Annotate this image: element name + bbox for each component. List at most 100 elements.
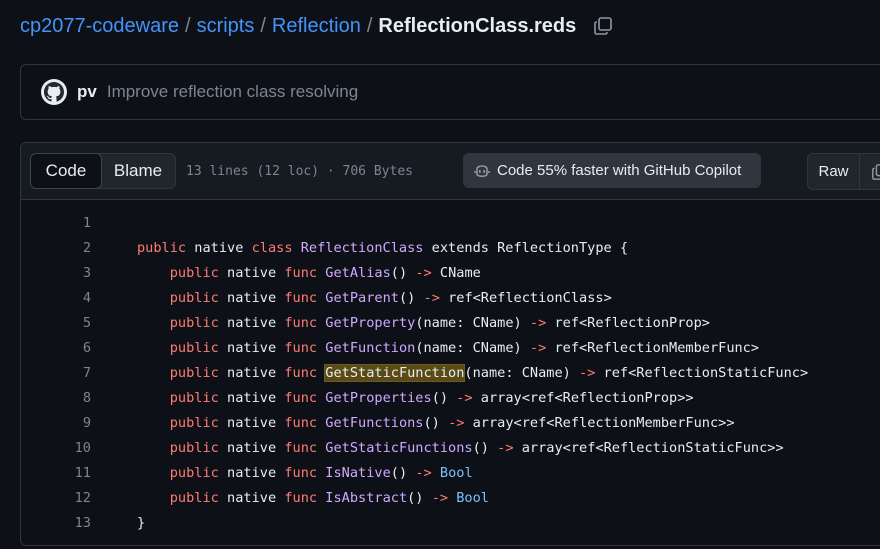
line-number[interactable]: 12 [21, 490, 91, 506]
raw-button[interactable]: Raw [808, 154, 860, 189]
line-number[interactable]: 2 [21, 240, 91, 256]
latest-commit-bar: pv Improve reflection class resolving [20, 64, 880, 120]
tab-code[interactable]: Code [30, 153, 102, 189]
code-token: (name: CName) [464, 364, 579, 381]
code-token: public [169, 264, 219, 281]
code-text: public native func GetFunction(name: CNa… [137, 340, 759, 356]
breadcrumb-repo-link[interactable]: cp2077-codeware [20, 15, 179, 38]
file-header: Code Blame 13 lines (12 loc) · 706 Bytes… [21, 143, 880, 200]
code-token: } [137, 514, 146, 531]
line-number[interactable]: 3 [21, 265, 91, 281]
code-token: func [284, 489, 318, 506]
code-text: public native func GetStaticFunction(nam… [137, 363, 809, 382]
code-line: 9 public native func GetFunctions() -> a… [21, 410, 880, 435]
code-line: 12 public native func IsAbstract() -> Bo… [21, 485, 880, 510]
code-token: () [431, 389, 457, 406]
code-token: native [218, 489, 285, 506]
view-mode-toggle: Code Blame [30, 153, 176, 189]
code-line: 6 public native func GetFunction(name: C… [21, 335, 880, 360]
line-number[interactable]: 13 [21, 515, 91, 531]
line-number[interactable]: 4 [21, 290, 91, 306]
highlighted-symbol[interactable]: GetStaticFunction [324, 363, 466, 382]
breadcrumb-folder-reflection[interactable]: Reflection [272, 15, 361, 38]
copy-icon [594, 17, 613, 35]
code-token[interactable]: GetStaticFunctions [325, 440, 472, 456]
code-token[interactable]: GetFunctions [325, 415, 423, 431]
code-token: ref<ReflectionClass> [439, 289, 612, 306]
code-text: public native func GetAlias() -> CName [137, 265, 481, 281]
code-token: ref<ReflectionStaticFunc> [595, 364, 809, 381]
avatar[interactable] [41, 79, 67, 105]
code-token: public [169, 439, 219, 456]
code-token: array<ref<ReflectionMemberFunc>> [464, 414, 735, 431]
code-token: -> [448, 414, 465, 431]
tab-blame[interactable]: Blame [101, 154, 175, 188]
commit-author-link[interactable]: pv [77, 82, 97, 102]
line-number[interactable]: 9 [21, 415, 91, 431]
code-token: public [169, 339, 219, 356]
copilot-label: Code 55% faster with GitHub Copilot [497, 162, 742, 179]
code-token: CName [431, 264, 481, 281]
code-token: func [284, 339, 318, 356]
line-number[interactable]: 1 [21, 215, 91, 231]
code-token: native [218, 314, 285, 331]
breadcrumb-folder-scripts[interactable]: scripts [197, 15, 255, 38]
code-token[interactable]: GetProperties [325, 390, 431, 406]
copy-path-button[interactable] [592, 15, 614, 37]
code-token: -> [497, 439, 514, 456]
code-token: public [169, 314, 219, 331]
code-token[interactable]: IsAbstract [325, 490, 407, 506]
code-token: -> [431, 489, 449, 506]
code-token: -> [423, 289, 440, 306]
line-number[interactable]: 10 [21, 440, 91, 456]
code-token: class [251, 239, 293, 256]
code-token: () [390, 464, 416, 481]
copy-raw-button[interactable] [860, 154, 880, 189]
code-token: () [390, 264, 416, 281]
commit-message-link[interactable]: Improve reflection class resolving [107, 82, 358, 102]
copilot-button[interactable]: Code 55% faster with GitHub Copilot [463, 153, 761, 188]
line-number[interactable]: 11 [21, 465, 91, 481]
code-token: func [284, 364, 318, 381]
code-token[interactable]: IsNative [325, 465, 390, 481]
code-token: () [472, 439, 498, 456]
code-token[interactable]: GetParent [325, 290, 399, 306]
code-token[interactable]: GetProperty [325, 315, 415, 331]
code-token[interactable]: GetAlias [325, 265, 390, 281]
code-line: 4 public native func GetParent() -> ref<… [21, 285, 880, 310]
code-token: ref<ReflectionProp> [546, 314, 710, 331]
code-token: native [218, 364, 285, 381]
code-line: 8 public native func GetProperties() -> … [21, 385, 880, 410]
code-token[interactable]: GetFunction [325, 340, 415, 356]
line-number[interactable]: 5 [21, 315, 91, 331]
copy-icon [872, 163, 880, 180]
code-line: 13} [21, 510, 880, 535]
code-token: func [284, 389, 318, 406]
line-number[interactable]: 6 [21, 340, 91, 356]
code-token: array<ref<ReflectionProp>> [472, 389, 694, 406]
code-token: (name: CName) [415, 339, 530, 356]
code-text: public native class ReflectionClass exte… [137, 240, 628, 256]
code-token[interactable]: ReflectionClass [301, 240, 424, 256]
code-token: ref<ReflectionMemberFunc> [546, 339, 760, 356]
code-text: public native func GetProperties() -> ar… [137, 390, 694, 406]
code-line: 7 public native func GetStaticFunction(n… [21, 360, 880, 385]
line-number[interactable]: 8 [21, 390, 91, 406]
code-text: public native func GetParent() -> ref<Re… [137, 290, 612, 306]
file-info: 13 lines (12 loc) · 706 Bytes [186, 163, 413, 179]
code-token: extends ReflectionType { [423, 239, 629, 256]
code-token: native [218, 289, 285, 306]
code-token: -> [415, 264, 432, 281]
breadcrumb-separator: / [260, 14, 266, 37]
code-token: public [169, 489, 219, 506]
code-token: -> [456, 389, 473, 406]
code-token: native [218, 264, 285, 281]
code-token: public [169, 364, 219, 381]
line-number[interactable]: 7 [21, 365, 91, 381]
code-token: -> [529, 314, 547, 331]
